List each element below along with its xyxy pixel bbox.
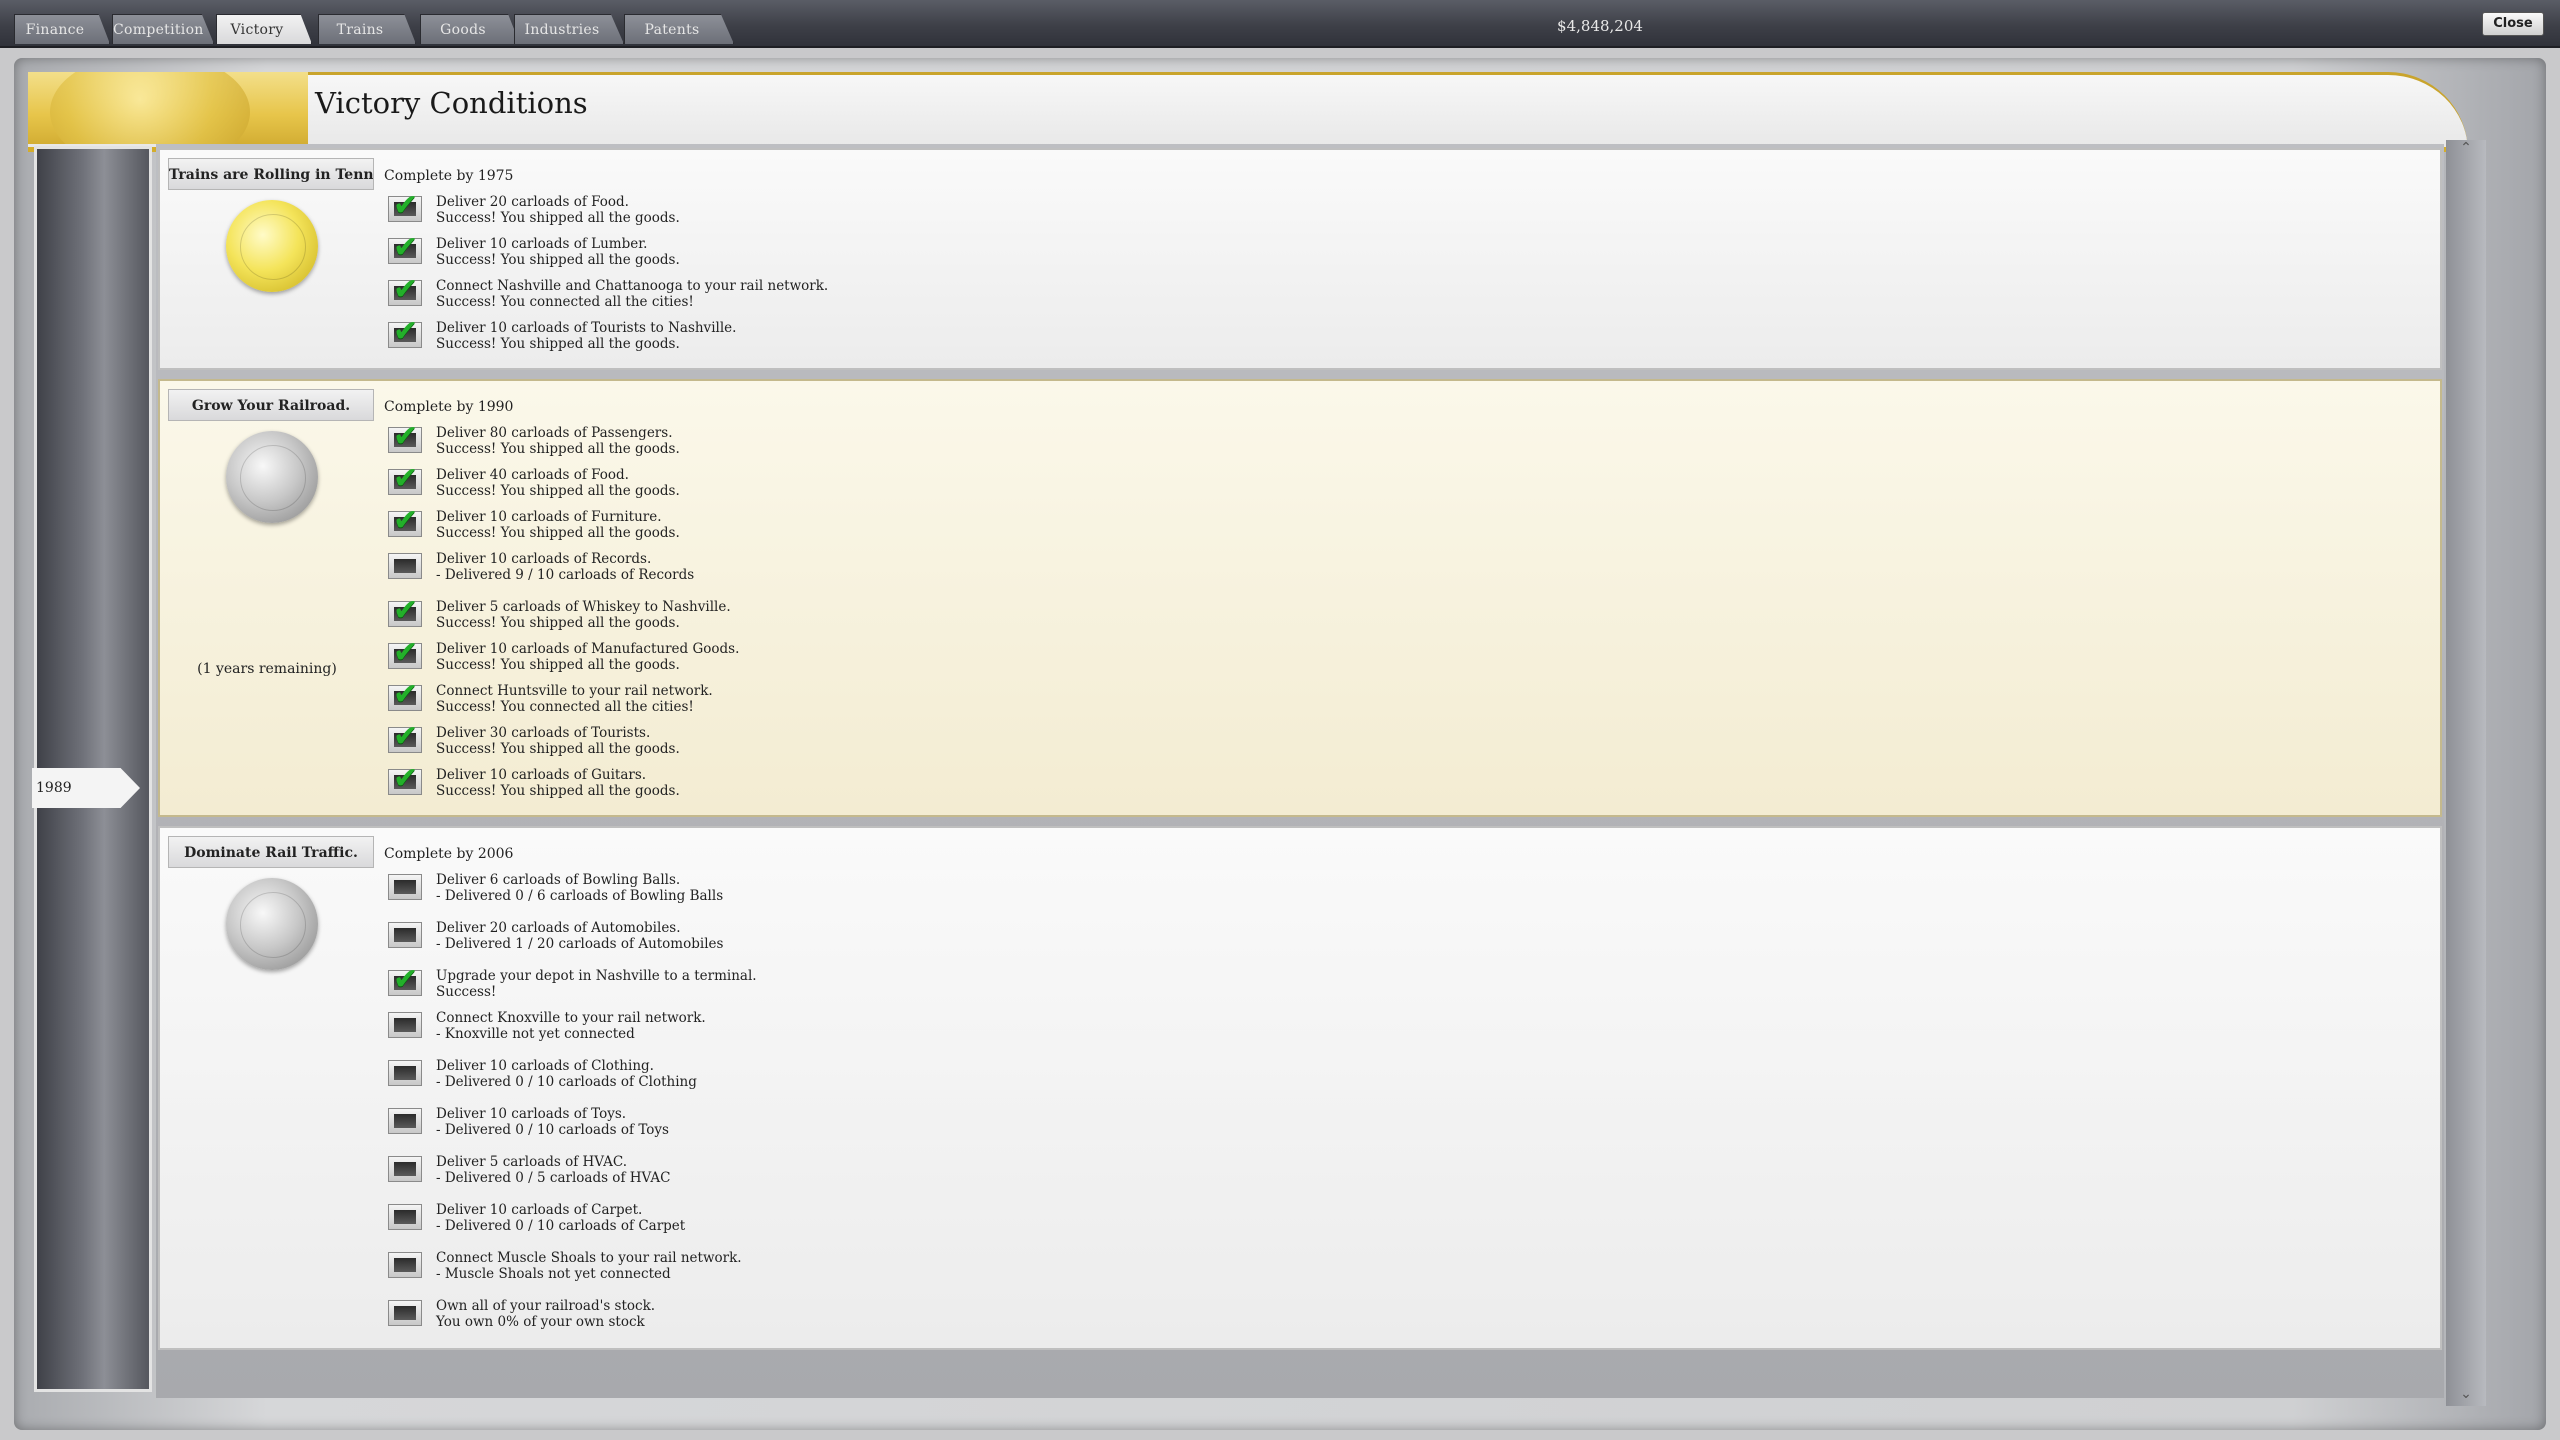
condition-status: Success! You shipped all the goods. <box>436 210 680 226</box>
condition-status: Success! You shipped all the goods. <box>436 615 680 631</box>
victory-section: Trains are Rolling in Tennessee. Complete… <box>158 148 2442 370</box>
condition-goal: Deliver 40 carloads of Food. <box>436 467 629 483</box>
condition-goal: Deliver 5 carloads of HVAC. <box>436 1154 628 1170</box>
tab-goods[interactable]: Goods <box>420 14 520 44</box>
condition-goal: Deliver 6 carloads of Bowling Balls. <box>436 872 681 888</box>
empty-checkbox-icon <box>388 874 422 900</box>
empty-checkbox-icon <box>388 1252 422 1278</box>
tab-patents[interactable]: Patents <box>624 14 734 44</box>
condition-goal: Deliver 10 carloads of Lumber. <box>436 236 648 252</box>
section-title: Dominate Rail Traffic. <box>168 836 374 868</box>
empty-checkbox-icon <box>388 1012 422 1038</box>
condition-goal: Connect Knoxville to your rail network. <box>436 1010 706 1026</box>
empty-checkbox-icon <box>388 1156 422 1182</box>
condition-goal: Deliver 20 carloads of Food. <box>436 194 629 210</box>
header-coin-emblem <box>28 72 308 144</box>
condition-status: You own 0% of your own stock <box>436 1314 645 1330</box>
condition-status: Success! You shipped all the goods. <box>436 741 680 757</box>
tab-finance[interactable]: Finance <box>14 14 110 44</box>
tab-competition[interactable]: Competition <box>112 14 214 44</box>
empty-checkbox-icon <box>388 1300 422 1326</box>
silver-medal-icon <box>226 878 318 970</box>
condition-status: - Knoxville not yet connected <box>436 1026 635 1042</box>
checkmark-icon: ✔ <box>388 680 422 711</box>
checkmark-icon: ✔ <box>388 422 422 453</box>
checkmark-icon: ✔ <box>388 965 422 996</box>
condition-status: Success! You connected all the cities! <box>436 294 694 310</box>
condition-goal: Deliver 20 carloads of Automobiles. <box>436 920 681 936</box>
condition-status: Success! You connected all the cities! <box>436 699 694 715</box>
condition-goal: Connect Muscle Shoals to your rail netwo… <box>436 1250 742 1266</box>
condition-goal: Connect Huntsville to your rail network. <box>436 683 713 699</box>
condition-status: Success! You shipped all the goods. <box>436 525 680 541</box>
scroll-up-arrow-icon[interactable]: ⌃ <box>2446 140 2486 156</box>
condition-goal: Deliver 10 carloads of Records. <box>436 551 652 567</box>
empty-checkbox-icon <box>388 1108 422 1134</box>
condition-status: Success! You shipped all the goods. <box>436 483 680 499</box>
condition-status: - Delivered 0 / 6 carloads of Bowling Ba… <box>436 888 724 904</box>
condition-status: - Delivered 9 / 10 carloads of Records <box>436 567 695 583</box>
condition-status: Success! You shipped all the goods. <box>436 783 680 799</box>
condition-status: - Delivered 0 / 10 carloads of Carpet <box>436 1218 686 1234</box>
condition-status: - Delivered 1 / 20 carloads of Automobil… <box>436 936 724 952</box>
condition-goal: Deliver 10 carloads of Manufactured Good… <box>436 641 740 657</box>
page-title: Victory Conditions <box>315 86 588 120</box>
condition-status: Success! You shipped all the goods. <box>436 657 680 673</box>
condition-goal: Deliver 10 carloads of Guitars. <box>436 767 647 783</box>
empty-checkbox-icon <box>388 1204 422 1230</box>
tab-trains[interactable]: Trains <box>318 14 416 44</box>
tab-victory[interactable]: Victory <box>216 14 312 44</box>
victory-section: Grow Your Railroad. Complete by 1990 (1 ye… <box>158 379 2442 817</box>
gold-medal-icon <box>226 200 318 292</box>
condition-status: - Delivered 0 / 10 carloads of Clothing <box>436 1074 697 1090</box>
checkmark-icon: ✔ <box>388 764 422 795</box>
condition-status: - Muscle Shoals not yet connected <box>436 1266 671 1282</box>
section-deadline: Complete by 1975 <box>384 168 514 184</box>
checkmark-icon: ✔ <box>388 506 422 537</box>
condition-goal: Own all of your railroad's stock. <box>436 1298 656 1314</box>
condition-goal: Deliver 10 carloads of Clothing. <box>436 1058 654 1074</box>
years-remaining: (1 years remaining) <box>197 661 337 677</box>
checkmark-icon: ✔ <box>388 722 422 753</box>
condition-goal: Deliver 10 carloads of Furniture. <box>436 509 662 525</box>
condition-goal: Deliver 10 carloads of Carpet. <box>436 1202 643 1218</box>
current-year-marker: 1989 <box>32 768 140 808</box>
victory-section: Dominate Rail Traffic. Complete by 2006 De… <box>158 826 2442 1350</box>
checkmark-icon: ✔ <box>388 464 422 495</box>
condition-goal: Upgrade your depot in Nashville to a ter… <box>436 968 757 984</box>
silver-medal-icon <box>226 431 318 523</box>
condition-status: - Delivered 0 / 10 carloads of Toys <box>436 1122 669 1138</box>
checkmark-icon: ✔ <box>388 317 422 348</box>
top-bar: Finance Competition Victory Trains Goods… <box>0 0 2560 48</box>
condition-goal: Deliver 30 carloads of Tourists. <box>436 725 651 741</box>
section-title: Trains are Rolling in Tennessee. <box>168 158 374 190</box>
money-display: $4,848,204 <box>1557 17 1643 35</box>
empty-checkbox-icon <box>388 1060 422 1086</box>
condition-status: Success! <box>436 984 497 1000</box>
empty-checkbox-icon <box>388 922 422 948</box>
condition-goal: Deliver 80 carloads of Passengers. <box>436 425 673 441</box>
checkmark-icon: ✔ <box>388 233 422 264</box>
empty-checkbox-icon <box>388 553 422 579</box>
section-deadline: Complete by 2006 <box>384 846 514 862</box>
close-button[interactable]: Close <box>2482 12 2544 36</box>
condition-status: Success! You shipped all the goods. <box>436 441 680 457</box>
condition-goal: Deliver 5 carloads of Whiskey to Nashvil… <box>436 599 731 615</box>
condition-goal: Deliver 10 carloads of Tourists to Nashv… <box>436 320 737 336</box>
scrollbar[interactable] <box>2446 140 2486 1406</box>
condition-goal: Connect Nashville and Chattanooga to you… <box>436 278 829 294</box>
checkmark-icon: ✔ <box>388 191 422 222</box>
checkmark-icon: ✔ <box>388 638 422 669</box>
condition-goal: Deliver 10 carloads of Toys. <box>436 1106 627 1122</box>
section-title: Grow Your Railroad. <box>168 389 374 421</box>
condition-status: Success! You shipped all the goods. <box>436 336 680 352</box>
section-deadline: Complete by 1990 <box>384 399 514 415</box>
tab-industries[interactable]: Industries <box>514 14 624 44</box>
condition-status: - Delivered 0 / 5 carloads of HVAC <box>436 1170 671 1186</box>
scroll-down-arrow-icon[interactable]: ⌄ <box>2446 1386 2486 1402</box>
condition-status: Success! You shipped all the goods. <box>436 252 680 268</box>
checkmark-icon: ✔ <box>388 596 422 627</box>
checkmark-icon: ✔ <box>388 275 422 306</box>
